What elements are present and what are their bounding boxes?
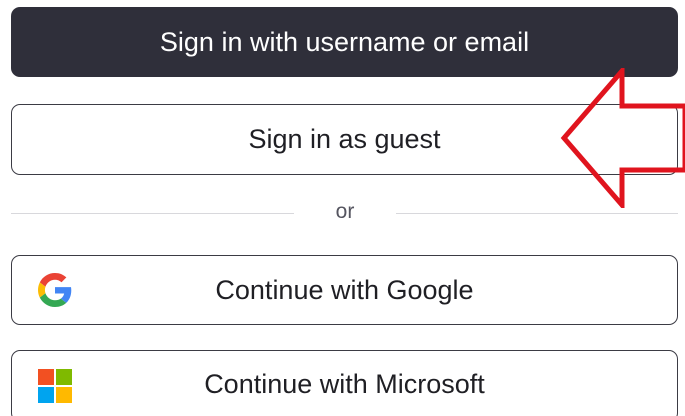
continue-with-microsoft-label: Continue with Microsoft xyxy=(204,368,485,399)
sign-in-username-email-label: Sign in with username or email xyxy=(159,26,530,57)
google-logo-icon xyxy=(37,272,73,308)
continue-with-google-button[interactable]: Continue with Google xyxy=(11,255,678,325)
sign-in-guest-label: Sign in as guest xyxy=(248,124,441,154)
microsoft-logo-icon xyxy=(37,368,73,404)
sign-in-guest-button[interactable]: Sign in as guest xyxy=(11,104,678,175)
sign-in-username-email-button[interactable]: Sign in with username or email xyxy=(11,7,678,77)
continue-with-microsoft-button[interactable]: Continue with Microsoft xyxy=(11,350,678,416)
divider-line-right xyxy=(396,213,678,214)
sign-in-options: Sign in with username or email Sign in a… xyxy=(0,0,685,416)
continue-with-google-label: Continue with Google xyxy=(215,274,474,305)
divider-line-left xyxy=(11,213,294,214)
or-divider-text: or xyxy=(335,200,355,223)
